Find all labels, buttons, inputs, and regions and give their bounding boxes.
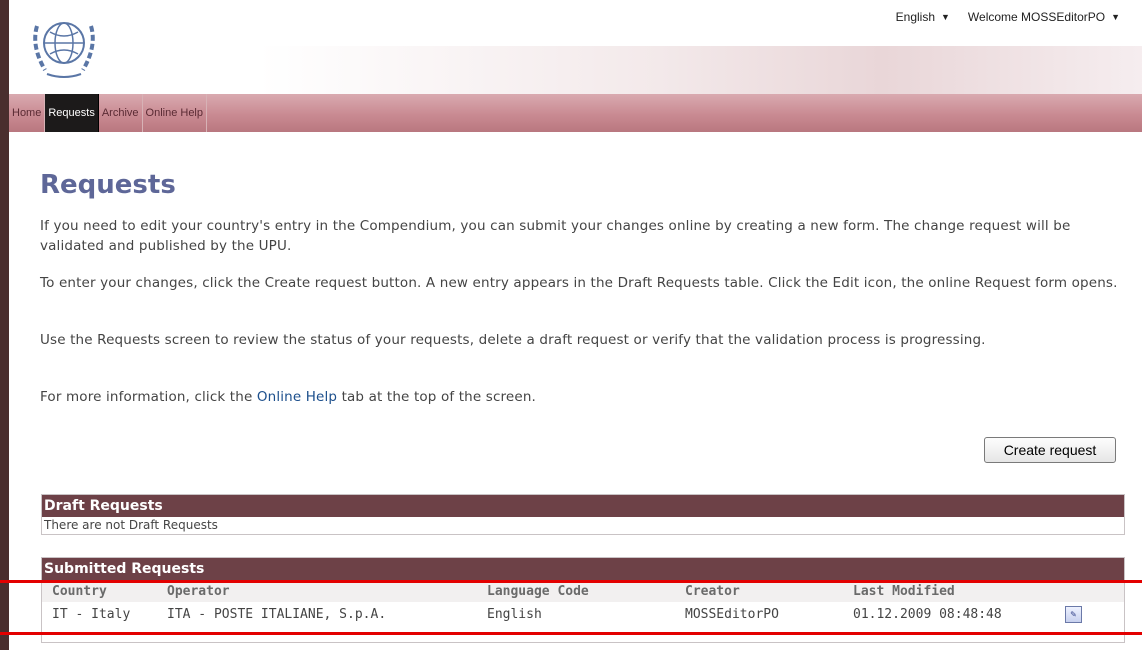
welcome-label: Welcome MOSSEditorPO <box>967 10 1106 24</box>
chevron-down-icon: ▼ <box>941 12 950 22</box>
column-header-creator[interactable]: Creator <box>685 580 853 602</box>
cell-operator: ITA - POSTE ITALIANE, S.p.A. <box>167 606 387 622</box>
header-swoosh <box>259 46 1142 94</box>
top-user-bar: English ▼ Welcome MOSSEditorPO ▼ <box>896 10 1120 24</box>
tab-online-help[interactable]: Online Help <box>143 94 207 132</box>
submitted-requests-panel: Submitted Requests Country Operator Lang… <box>41 557 1125 643</box>
edit-icon[interactable]: ✎ <box>1065 605 1082 623</box>
column-header-language-code[interactable]: Language Code <box>487 580 685 602</box>
cell-last-modified: 01.12.2009 08:48:48 <box>853 606 1002 622</box>
cell-language: English <box>487 606 542 622</box>
column-header-country[interactable]: Country <box>42 580 167 602</box>
language-label: English <box>895 10 935 24</box>
tab-requests[interactable]: Requests <box>45 94 99 132</box>
online-help-link[interactable]: Online Help <box>257 389 337 405</box>
chevron-down-icon: ▼ <box>1111 12 1120 22</box>
cell-creator: MOSSEditorPO <box>685 606 779 622</box>
highlight-bottom-line <box>0 632 1142 635</box>
page-title: Requests <box>40 170 176 200</box>
un-emblem-logo <box>33 22 95 78</box>
table-header-row: Country Operator Language Code Creator L… <box>42 580 1124 602</box>
main-content: Requests If you need to edit your countr… <box>40 132 1125 643</box>
header: English ▼ Welcome MOSSEditorPO ▼ <box>9 0 1142 94</box>
highlight-top-line <box>0 580 1142 583</box>
column-header-last-modified[interactable]: Last Modified <box>853 580 1065 602</box>
tab-home[interactable]: Home <box>9 94 46 132</box>
help-paragraph: For more information, click the Online H… <box>40 389 536 405</box>
main-nav: Home Requests Archive Online Help <box>9 94 1142 132</box>
status-paragraph: Use the Requests screen to review the st… <box>40 332 986 348</box>
cell-country: IT - Italy <box>52 606 131 622</box>
tab-archive[interactable]: Archive <box>99 94 143 132</box>
draft-empty-message: There are not Draft Requests <box>42 517 1124 534</box>
create-request-button[interactable]: Create request <box>984 437 1116 463</box>
draft-requests-panel: Draft Requests There are not Draft Reque… <box>41 494 1125 535</box>
table-row[interactable]: IT - Italy ITA - POSTE ITALIANE, S.p.A. … <box>42 602 1124 626</box>
intro-paragraph: If you need to edit your country's entry… <box>40 218 1071 254</box>
submitted-requests-table: Country Operator Language Code Creator L… <box>42 580 1124 626</box>
left-border <box>0 0 9 650</box>
page: English ▼ Welcome MOSSEditorPO ▼ Home Re… <box>9 0 1142 650</box>
user-menu-dropdown[interactable]: Welcome MOSSEditorPO ▼ <box>968 10 1120 24</box>
instructions-paragraph: To enter your changes, click the Create … <box>40 275 1118 291</box>
draft-requests-header: Draft Requests <box>42 495 1124 517</box>
language-dropdown[interactable]: English ▼ <box>896 10 950 24</box>
column-header-operator[interactable]: Operator <box>167 580 487 602</box>
submitted-requests-header: Submitted Requests <box>42 558 1124 580</box>
